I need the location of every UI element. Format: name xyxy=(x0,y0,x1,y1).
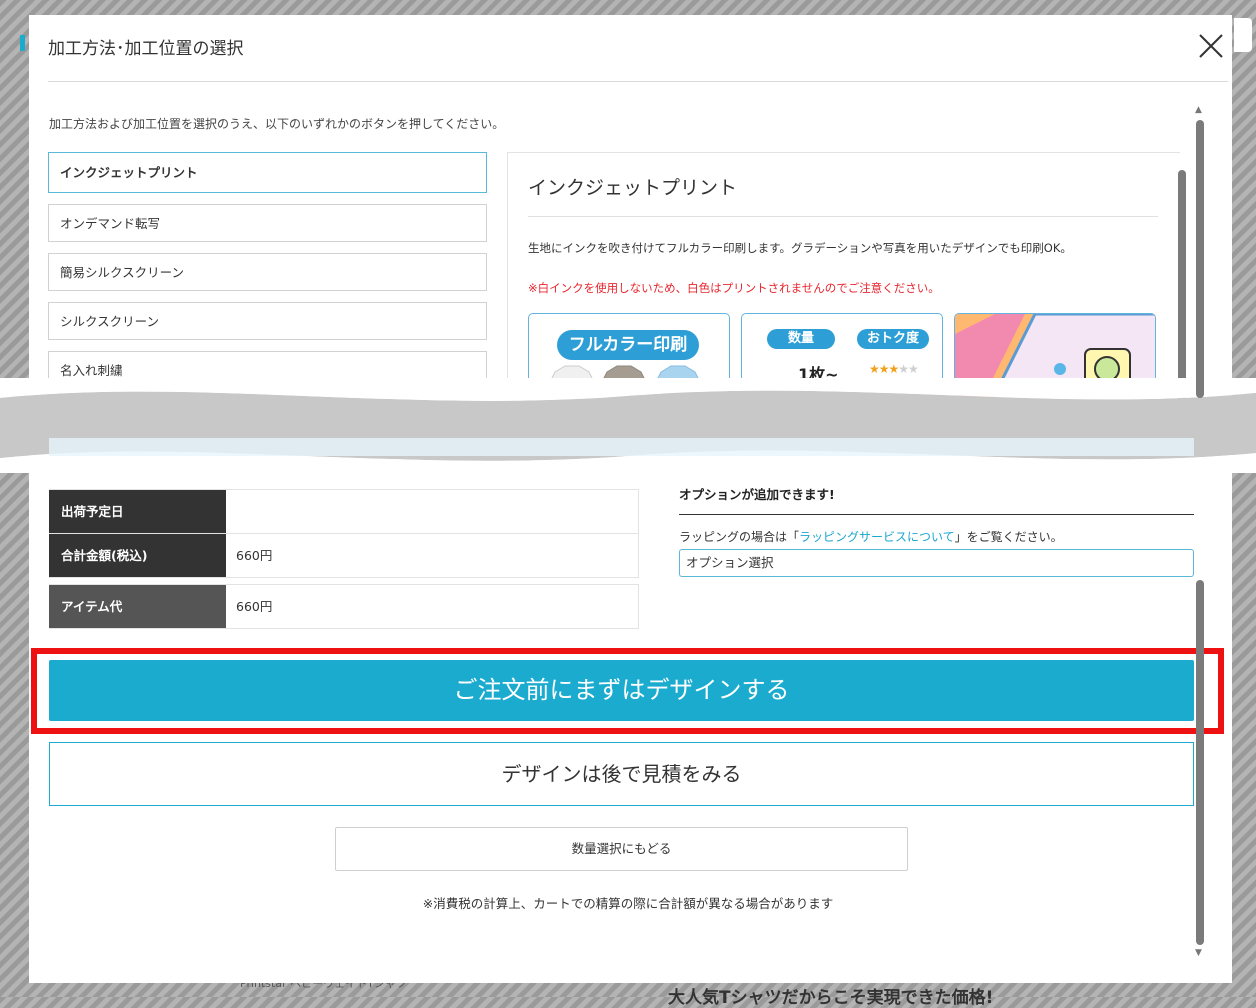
scroll-up-icon[interactable]: ▲ xyxy=(1195,105,1202,115)
modal-title: 加工方法･加工位置の選択 xyxy=(48,39,244,59)
ship-date-value xyxy=(226,490,638,533)
background-page-corner xyxy=(1234,18,1252,52)
method-item-silkscreen[interactable]: シルクスクリーン xyxy=(48,302,487,340)
deal-pill: おトク度 xyxy=(857,329,929,349)
deal-rating-stars: ★★★★★ xyxy=(869,362,919,376)
detail-divider xyxy=(528,216,1158,217)
detail-title: インクジェットプリント xyxy=(528,177,738,199)
fullcolor-badge: フルカラー印刷 xyxy=(557,330,699,360)
scrollbar-thumb-lower[interactable] xyxy=(1196,580,1204,945)
options-section: オプションが追加できます! ラッピングの場合は「ラッピングサービスについて」をご… xyxy=(679,484,1194,577)
back-to-quantity-button[interactable]: 数量選択にもどる xyxy=(335,827,908,871)
item-price-value: 660円 xyxy=(236,599,273,614)
ship-date-label: 出荷予定日 xyxy=(49,490,226,533)
page-break-wave xyxy=(0,378,1256,473)
item-price-label: アイテム代 xyxy=(49,585,226,628)
method-item-inkjet[interactable]: インクジェットプリント xyxy=(48,152,487,193)
modal-header: 加工方法･加工位置の選択 xyxy=(48,15,1228,82)
scroll-down-icon[interactable]: ▼ xyxy=(1195,948,1202,958)
star-empty-icon: ★★ xyxy=(898,362,918,376)
star-filled-icon: ★★★ xyxy=(869,362,899,376)
modal-instructions: 加工方法および加工位置を選択のうえ、以下のいずれかのボタンを押してください。 xyxy=(49,117,505,131)
estimate-later-button[interactable]: デザインは後で見積をみる xyxy=(49,742,1194,806)
order-summary-table: 出荷予定日 合計金額(税込) 660円 アイテム代 660円 xyxy=(49,489,639,629)
options-title: オプションが追加できます! xyxy=(679,484,1194,515)
total-value: 660円 xyxy=(236,548,273,563)
tax-note: ※消費税の計算上、カートでの精算の際に合計額が異なる場合があります xyxy=(422,896,834,911)
total-row: 合計金額(税込) 660円 xyxy=(49,534,639,578)
highlight-box xyxy=(31,648,1224,734)
ship-date-row: 出荷予定日 xyxy=(49,489,639,534)
close-button[interactable] xyxy=(1194,29,1228,63)
detail-warning-note: ※白インクを使用しないため、白色はプリントされませんのでご注意ください。 xyxy=(528,281,940,295)
item-price-row: アイテム代 660円 xyxy=(49,584,639,629)
method-item-simple-silkscreen[interactable]: 簡易シルクスクリーン xyxy=(48,253,487,291)
quantity-pill: 数量 xyxy=(767,329,835,349)
option-select[interactable]: オプション選択 xyxy=(679,549,1194,577)
method-detail-panel: インクジェットプリント 生地にインクを吹き付けてフルカラー印刷します。グラデーシ… xyxy=(507,152,1180,413)
total-label: 合計金額(税込) xyxy=(49,534,226,577)
wrapping-note: ラッピングの場合は「ラッピングサービスについて」をご覧ください。 xyxy=(679,528,1194,545)
method-item-ondemand-transfer[interactable]: オンデマンド転写 xyxy=(48,204,487,242)
wrapping-note-suffix: 」をご覧ください。 xyxy=(954,530,1063,544)
wrapping-note-prefix: ラッピングの場合は「 xyxy=(679,530,800,544)
detail-description: 生地にインクを吹き付けてフルカラー印刷します。グラデーションや写真を用いたデザイ… xyxy=(528,241,1072,255)
wrapping-service-link[interactable]: ラッピングサービスについて xyxy=(799,530,955,544)
method-list: インクジェットプリント オンデマンド転写 簡易シルクスクリーン シルクスクリーン… xyxy=(48,152,487,400)
close-icon[interactable] xyxy=(1194,29,1228,63)
background-product-tagline: 大人気Tシャツだからこそ実現できた価格! xyxy=(668,988,994,1008)
scrollbar-thumb[interactable] xyxy=(1196,120,1204,398)
background-tab-marker xyxy=(20,35,25,51)
